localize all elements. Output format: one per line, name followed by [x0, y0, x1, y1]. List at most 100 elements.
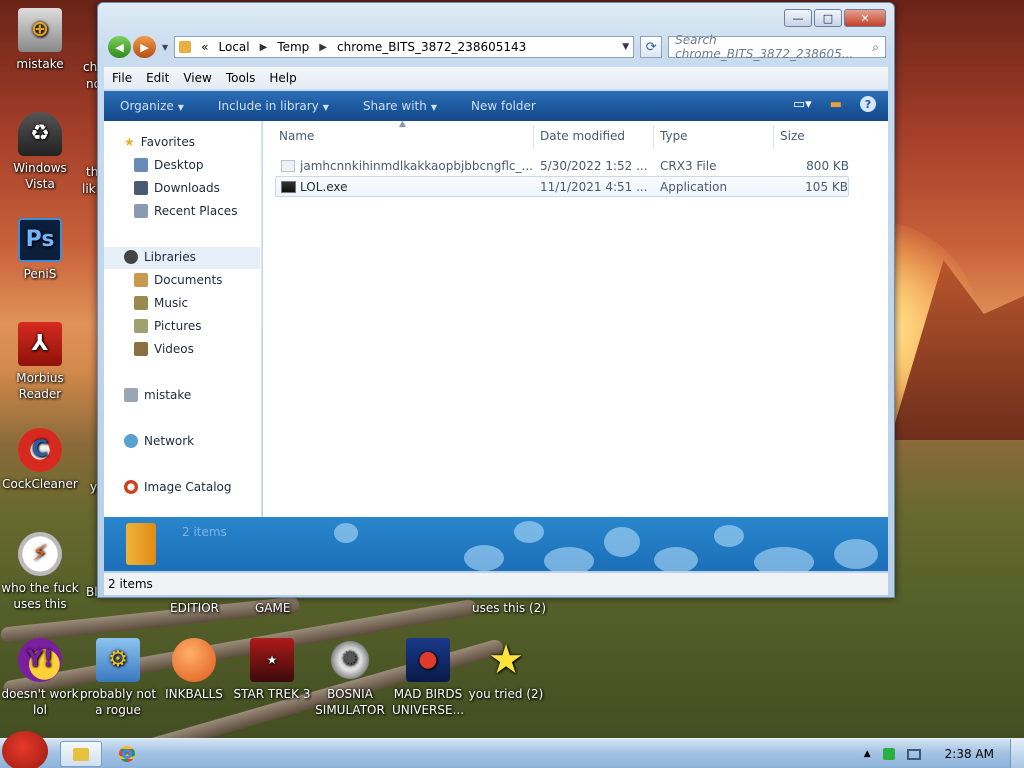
search-icon[interactable]: ⌕: [872, 40, 879, 55]
clock[interactable]: 2:38 AM: [945, 747, 994, 761]
file-row-selected[interactable]: LOL.exe 11/1/2021 4:51 ... Application 1…: [275, 176, 849, 197]
nav-recent-places[interactable]: Recent Places: [134, 204, 237, 218]
refresh-button[interactable]: ⟳: [640, 36, 663, 58]
desktop-icon-star-trek[interactable]: ★ STAR TREK 3: [232, 638, 312, 702]
organize-button[interactable]: Organize ▼: [120, 99, 184, 113]
file-type: CRX3 File: [660, 158, 717, 173]
desktop-label-uses-this[interactable]: uses this (2): [472, 601, 546, 615]
menu-view[interactable]: View: [183, 71, 211, 85]
help-icon[interactable]: ?: [860, 96, 876, 112]
bubble-decoration: [754, 547, 814, 571]
explorer-window[interactable]: — □ ✕ ◀ ▶ ▼ « Local ▶ Temp ▶ chrome_BITS…: [97, 2, 895, 598]
column-header-size[interactable]: Size: [780, 129, 805, 143]
file-name: jamhcnnkihinmdlkakkaopbjbbcngflc_...: [300, 158, 533, 173]
minimize-button[interactable]: —: [784, 9, 812, 27]
star-wars-icon: ★: [250, 638, 294, 682]
show-desktop-button[interactable]: [1010, 739, 1024, 768]
address-overflow[interactable]: «: [201, 40, 208, 54]
breadcrumb-separator-icon[interactable]: ▶: [260, 42, 268, 53]
nav-documents[interactable]: Documents: [134, 273, 222, 287]
nav-image-catalog[interactable]: Image Catalog: [124, 480, 231, 494]
start-button[interactable]: [2, 731, 48, 768]
yahoo-messenger-icon: Y!: [18, 638, 62, 682]
menu-file[interactable]: File: [112, 71, 132, 85]
new-folder-button[interactable]: New folder: [471, 99, 536, 113]
desktop-icon-doesnt-work[interactable]: Y! doesn't work lol: [0, 638, 80, 718]
share-with-button[interactable]: Share with ▼: [363, 99, 437, 113]
nav-videos[interactable]: Videos: [134, 342, 194, 356]
search-placeholder: Search chrome_BITS_3872_238605...: [675, 33, 854, 61]
desktop-icon-who-uses-this[interactable]: ⚡ who the fuck uses this: [0, 532, 80, 612]
search-box[interactable]: Search chrome_BITS_3872_238605... ⌕: [668, 33, 886, 61]
desktop-icon-mad-birds[interactable]: ● MAD BIRDS UNIVERSE...: [388, 638, 468, 718]
computer-icon: [124, 388, 138, 402]
back-button[interactable]: ◀: [108, 36, 131, 58]
battery-icon[interactable]: [882, 748, 895, 760]
forward-button[interactable]: ▶: [133, 36, 156, 58]
column-header-name[interactable]: Name: [279, 129, 314, 143]
nav-network[interactable]: Network: [124, 434, 194, 448]
breadcrumb-separator-icon[interactable]: ▶: [319, 42, 327, 53]
menu-help[interactable]: Help: [269, 71, 296, 85]
breadcrumb-current[interactable]: chrome_BITS_3872_238605143: [337, 40, 526, 54]
nav-favorites[interactable]: ★ Favorites: [124, 135, 195, 149]
desktop-icon-you-tried[interactable]: ★ you tried (2): [466, 638, 546, 702]
desktop-icon-label: MAD BIRDS UNIVERSE...: [391, 687, 465, 717]
folder-icon: [126, 523, 156, 565]
preview-pane-icon[interactable]: ▬: [830, 97, 842, 112]
desktop-icon-not-a-rogue[interactable]: ⚙ probably not a rogue: [78, 638, 158, 718]
recent-pages-dropdown[interactable]: ▼: [162, 43, 168, 52]
column-header-type[interactable]: Type: [660, 129, 688, 143]
breadcrumb-temp[interactable]: Temp: [277, 40, 309, 54]
taskbar-explorer[interactable]: [60, 741, 102, 767]
nav-libraries[interactable]: Libraries: [124, 250, 196, 264]
chevron-down-icon: ▼: [177, 103, 184, 112]
include-in-library-button[interactable]: Include in library ▼: [218, 99, 329, 113]
desktop-icon-mistake[interactable]: ⊕ mistake: [0, 8, 80, 72]
file-list[interactable]: ▲ Name Date modified Type Size jamhcnnki…: [263, 119, 888, 517]
nav-buttons: ◀ ▶: [108, 36, 156, 58]
desktop-icon-label: BOSNIA SIMULATOR: [315, 687, 385, 717]
change-view-icon[interactable]: ▭▾: [793, 97, 812, 112]
desktop-icon-label: who the fuck uses this: [1, 581, 79, 611]
nav-pictures[interactable]: Pictures: [134, 319, 202, 333]
menu-edit[interactable]: Edit: [146, 71, 169, 85]
column-divider[interactable]: [773, 125, 774, 149]
lightning-icon: ⚡: [18, 532, 62, 576]
maximize-button[interactable]: □: [814, 9, 842, 27]
partial-label: ch: [83, 60, 98, 74]
file-date: 5/30/2022 1:52 ...: [540, 158, 648, 173]
column-divider[interactable]: [533, 125, 534, 149]
recent-places-icon: [134, 204, 148, 218]
file-row[interactable]: jamhcnnkihinmdlkakkaopbjbbcngflc_... 5/3…: [275, 155, 849, 176]
display-icon[interactable]: [906, 748, 921, 760]
chevron-up-icon[interactable]: ▲: [864, 749, 871, 759]
nav-homegroup[interactable]: mistake: [124, 388, 191, 402]
breadcrumb-local[interactable]: Local: [219, 40, 250, 54]
image-catalog-icon: [124, 480, 138, 494]
address-dropdown-icon[interactable]: ▼: [622, 42, 629, 52]
taskbar-chrome[interactable]: [108, 741, 146, 767]
nav-music[interactable]: Music: [134, 296, 188, 310]
orange-ball-icon: [172, 638, 216, 682]
file-icon: [281, 159, 295, 172]
desktop-icon-windows-vista[interactable]: ♻ Windows Vista: [0, 112, 80, 192]
nav-downloads[interactable]: Downloads: [134, 181, 220, 195]
column-divider[interactable]: [653, 125, 654, 149]
desktop-icon-penis[interactable]: Ps PeniS: [0, 218, 80, 282]
desktop-icon-morbius-reader[interactable]: ⅄ Morbius Reader: [0, 322, 80, 402]
address-bar[interactable]: « Local ▶ Temp ▶ chrome_BITS_3872_238605…: [174, 36, 635, 58]
column-header-date[interactable]: Date modified: [540, 129, 625, 143]
partial-label: lik: [82, 182, 96, 196]
desktop-label-game[interactable]: GAME: [255, 601, 290, 615]
desktop-icon-inkballs[interactable]: INKBALLS: [154, 638, 234, 702]
close-button[interactable]: ✕: [844, 9, 886, 27]
photoshop-icon: Ps: [18, 218, 62, 262]
desktop-label-editor[interactable]: EDITIOR: [170, 601, 219, 615]
partial-label: Bl: [86, 585, 98, 599]
bubble-decoration: [334, 523, 358, 543]
desktop-icon-cockcleaner[interactable]: C CockCleaner: [0, 428, 80, 492]
desktop-icon-bosnia-simulator[interactable]: ✹ BOSNIA SIMULATOR: [310, 638, 390, 718]
menu-tools[interactable]: Tools: [226, 71, 256, 85]
nav-desktop[interactable]: Desktop: [134, 158, 204, 172]
